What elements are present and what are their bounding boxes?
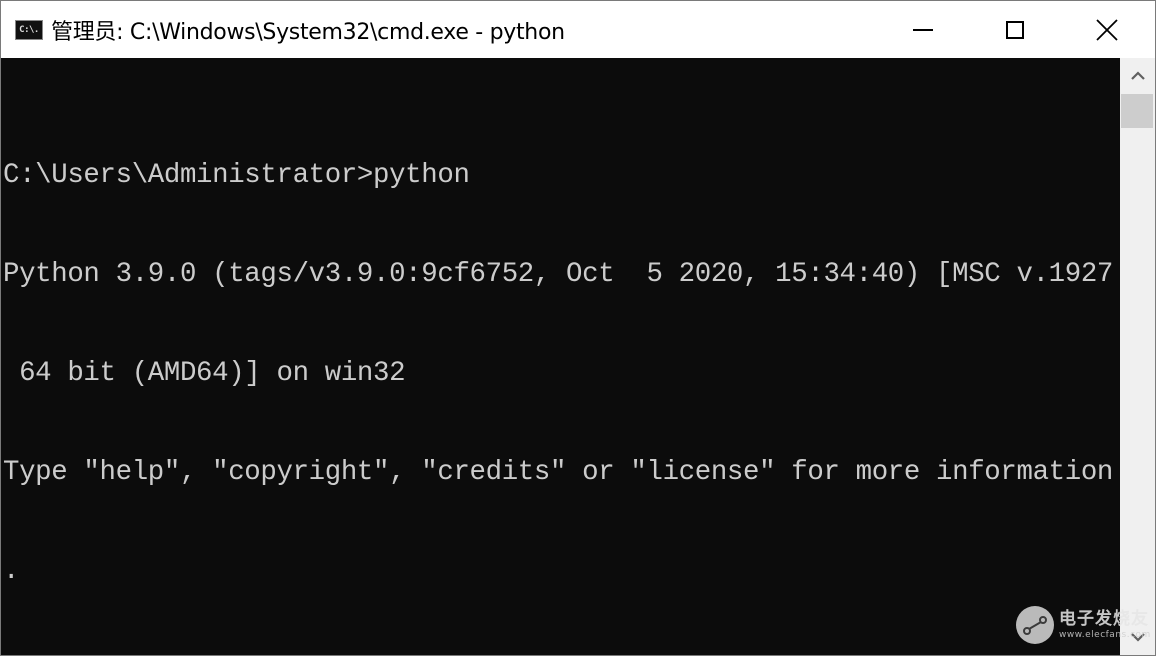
cmd-window: C:\. 管理员: C:\Windows\System32\cmd.exe - … (0, 0, 1156, 656)
scroll-thumb[interactable] (1121, 94, 1153, 128)
close-button[interactable] (1061, 1, 1153, 58)
minimize-icon (913, 28, 933, 31)
console-prompt[interactable]: >>> (1, 654, 1119, 655)
title-bar[interactable]: C:\. 管理员: C:\Windows\System32\cmd.exe - … (1, 1, 1155, 58)
console-line: . (3, 556, 20, 587)
scroll-down-button[interactable] (1120, 619, 1155, 655)
console-line: Python 3.9.0 (tags/v3.9.0:9cf6752, Oct 5… (3, 259, 1114, 290)
chevron-down-icon (1130, 633, 1145, 642)
console-line: C:\Users\Administrator>python (3, 160, 470, 191)
cmd-app-icon[interactable]: C:\. (15, 19, 43, 40)
maximize-icon (1006, 20, 1024, 39)
console-output[interactable]: C:\Users\Administrator>python Python 3.9… (1, 58, 1119, 655)
vertical-scrollbar[interactable] (1120, 58, 1155, 655)
maximize-button[interactable] (969, 1, 1061, 58)
close-icon (1096, 18, 1118, 41)
scroll-up-button[interactable] (1120, 58, 1155, 94)
console-line: 64 bit (AMD64)] on win32 (3, 358, 406, 389)
console-line: Type "help", "copyright", "credits" or "… (3, 457, 1114, 488)
chevron-up-icon (1130, 71, 1145, 80)
minimize-button[interactable] (877, 1, 969, 58)
window-title: 管理员: C:\Windows\System32\cmd.exe - pytho… (51, 19, 565, 45)
